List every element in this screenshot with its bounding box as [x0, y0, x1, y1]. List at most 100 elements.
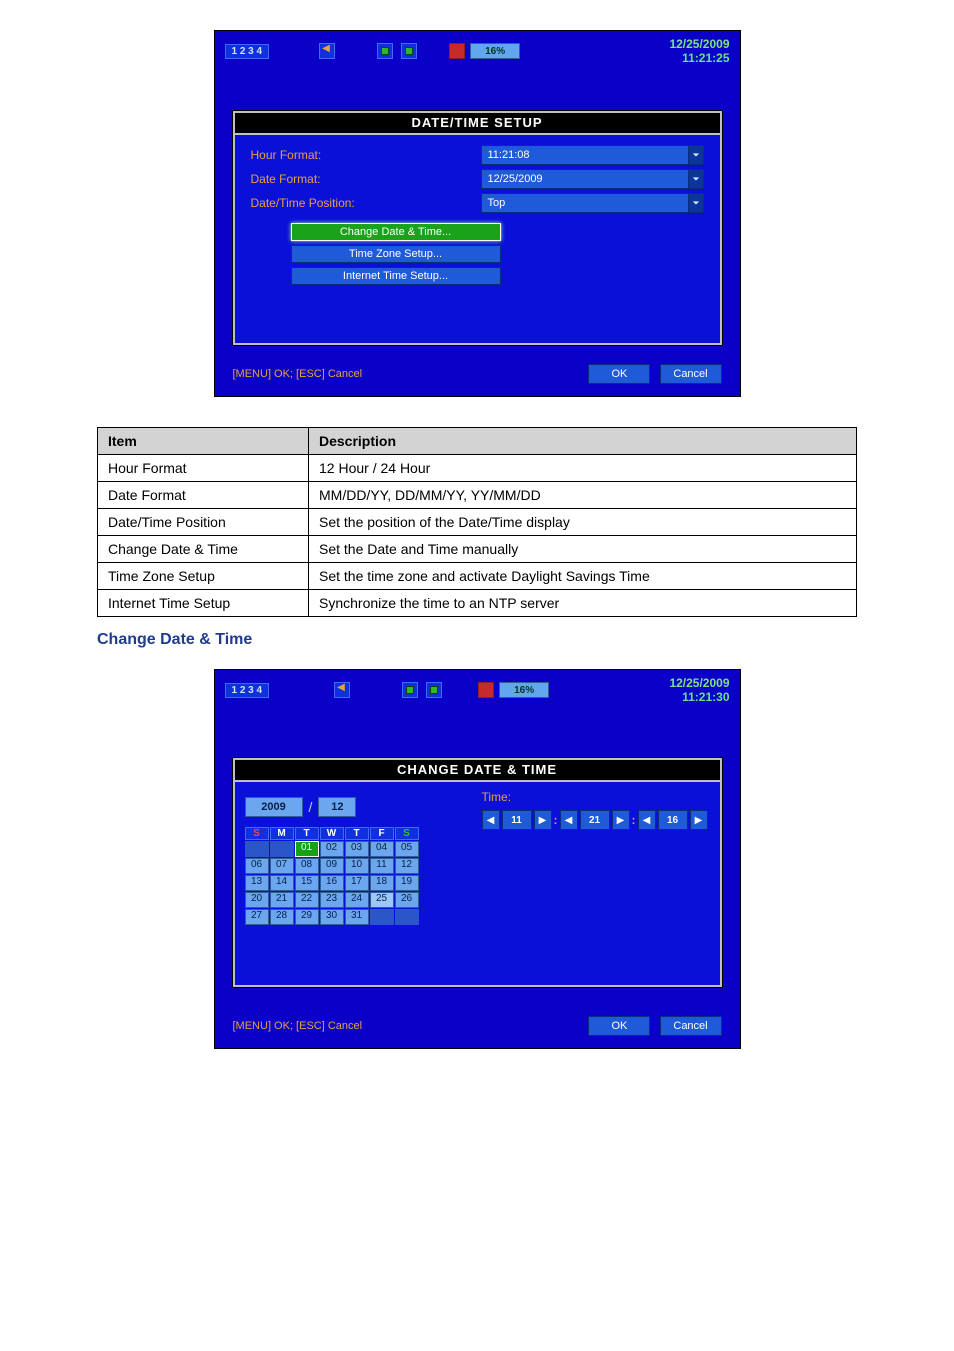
calendar-day[interactable]: 13: [245, 875, 269, 891]
table-header-item: Item: [98, 428, 309, 455]
calendar-day: [270, 841, 294, 857]
calendar-day[interactable]: 04: [370, 841, 394, 857]
sec-value: 16: [658, 810, 688, 830]
dt-position-value: Top: [488, 197, 506, 209]
change-date-time-button[interactable]: Change Date & Time...: [291, 223, 501, 241]
hour-decr[interactable]: ◀: [482, 810, 500, 830]
panel-title: DATE/TIME SETUP: [235, 113, 720, 135]
time-stepper[interactable]: ◀ 11 ▶ : ◀ 21 ▶ : ◀ 16 ▶: [482, 810, 708, 830]
status-time: 11:21:25: [682, 51, 729, 65]
table-row: Change Date & TimeSet the Date and Time …: [98, 536, 857, 563]
calendar-day[interactable]: 26: [395, 892, 419, 908]
calendar-day[interactable]: 05: [395, 841, 419, 857]
dt-position-select[interactable]: Top: [481, 193, 704, 213]
date-format-select[interactable]: 12/25/2009: [481, 169, 704, 189]
min-incr[interactable]: ▶: [612, 810, 630, 830]
channel-indicator: 1 2 3 4: [225, 44, 270, 59]
calendar-day[interactable]: 24: [345, 892, 369, 908]
calendar-day[interactable]: 11: [370, 858, 394, 874]
calendar-day[interactable]: 14: [270, 875, 294, 891]
calendar-day[interactable]: 15: [295, 875, 319, 891]
status-datetime: 12/25/2009 11:21:30: [669, 676, 729, 704]
calendar-day[interactable]: 16: [320, 875, 344, 891]
calendar-header: T: [345, 827, 369, 840]
ok-button[interactable]: OK: [588, 364, 650, 384]
calendar-day[interactable]: 17: [345, 875, 369, 891]
calendar-grid[interactable]: SMTWTFS010203040506070809101112131415161…: [245, 827, 472, 925]
time-label: Time:: [482, 790, 708, 804]
hdd-usage: 16%: [499, 682, 549, 698]
table-header-desc: Description: [309, 428, 857, 455]
hour-value: 11: [502, 810, 532, 830]
camera-icon: [426, 682, 442, 698]
calendar-day[interactable]: 12: [395, 858, 419, 874]
calendar-day[interactable]: 31: [345, 909, 369, 925]
ok-button[interactable]: OK: [588, 1016, 650, 1036]
sec-decr[interactable]: ◀: [638, 810, 656, 830]
time-zone-setup-button[interactable]: Time Zone Setup...: [291, 245, 501, 263]
status-time: 11:21:30: [682, 690, 729, 704]
chevron-down-icon: [688, 170, 703, 188]
calendar-area: 2009 / 12 SMTWTFS01020304050607080910111…: [235, 782, 482, 940]
change-date-time-panel: CHANGE DATE & TIME 2009 / 12 SMTWTFS0102…: [233, 758, 722, 987]
calendar-day[interactable]: 29: [295, 909, 319, 925]
date-format-value: 12/25/2009: [488, 173, 543, 185]
calendar-day[interactable]: 02: [320, 841, 344, 857]
hour-incr[interactable]: ▶: [534, 810, 552, 830]
footer-hint: [MENU] OK; [ESC] Cancel: [233, 368, 363, 380]
calendar-day: [370, 909, 394, 925]
camera-icon: [402, 682, 418, 698]
calendar-day[interactable]: 03: [345, 841, 369, 857]
calendar-day[interactable]: 27: [245, 909, 269, 925]
screenshot-datetime-setup: 1 2 3 4 16% 12/25/2009 11:21:25 DATE/TIM…: [214, 30, 741, 397]
sec-incr[interactable]: ▶: [690, 810, 708, 830]
calendar-day[interactable]: 20: [245, 892, 269, 908]
calendar-day[interactable]: 06: [245, 858, 269, 874]
speaker-icon: [319, 43, 335, 59]
calendar-day[interactable]: 01: [295, 841, 319, 857]
calendar-day[interactable]: 09: [320, 858, 344, 874]
calendar-header: M: [270, 827, 294, 840]
min-value: 21: [580, 810, 610, 830]
calendar-day[interactable]: 28: [270, 909, 294, 925]
form: Hour Format: 11:21:08 Date Format: 12/25…: [235, 135, 720, 295]
internet-time-setup-button[interactable]: Internet Time Setup...: [291, 267, 501, 285]
hour-format-select[interactable]: 11:21:08: [481, 145, 704, 165]
camera-icon: [401, 43, 417, 59]
record-icon: [449, 43, 465, 59]
calendar-header: S: [245, 827, 269, 840]
chevron-down-icon: [688, 194, 703, 212]
cancel-button[interactable]: Cancel: [660, 1016, 722, 1036]
panel-footer: [MENU] OK; [ESC] Cancel OK Cancel: [233, 1016, 722, 1036]
calendar-day[interactable]: 10: [345, 858, 369, 874]
calendar-day: [245, 841, 269, 857]
table-row: Date FormatMM/DD/YY, DD/MM/YY, YY/MM/DD: [98, 482, 857, 509]
calendar-day[interactable]: 22: [295, 892, 319, 908]
description-table: Item Description Hour Format12 Hour / 24…: [97, 427, 857, 617]
calendar-day[interactable]: 30: [320, 909, 344, 925]
table-row: Time Zone SetupSet the time zone and act…: [98, 563, 857, 590]
table-row: Hour Format12 Hour / 24 Hour: [98, 455, 857, 482]
cancel-button[interactable]: Cancel: [660, 364, 722, 384]
calendar-day[interactable]: 23: [320, 892, 344, 908]
calendar-day[interactable]: 08: [295, 858, 319, 874]
status-date: 12/25/2009: [669, 676, 729, 690]
dt-position-label: Date/Time Position:: [251, 196, 481, 210]
year-field[interactable]: 2009: [245, 797, 303, 817]
hour-format-label: Hour Format:: [251, 148, 481, 162]
calendar-day[interactable]: 07: [270, 858, 294, 874]
min-decr[interactable]: ◀: [560, 810, 578, 830]
hour-format-value: 11:21:08: [488, 149, 530, 161]
calendar-day[interactable]: 25: [370, 892, 394, 908]
status-datetime: 12/25/2009 11:21:25: [669, 37, 729, 65]
month-field[interactable]: 12: [318, 797, 356, 817]
calendar-day[interactable]: 21: [270, 892, 294, 908]
slash: /: [309, 799, 313, 815]
calendar-day[interactable]: 19: [395, 875, 419, 891]
status-bar: 1 2 3 4 16% 12/25/2009 11:21:30: [215, 670, 740, 704]
date-format-label: Date Format:: [251, 172, 481, 186]
status-date: 12/25/2009: [669, 37, 729, 51]
panel-footer: [MENU] OK; [ESC] Cancel OK Cancel: [233, 364, 722, 384]
calendar-day[interactable]: 18: [370, 875, 394, 891]
record-icon: [478, 682, 494, 698]
